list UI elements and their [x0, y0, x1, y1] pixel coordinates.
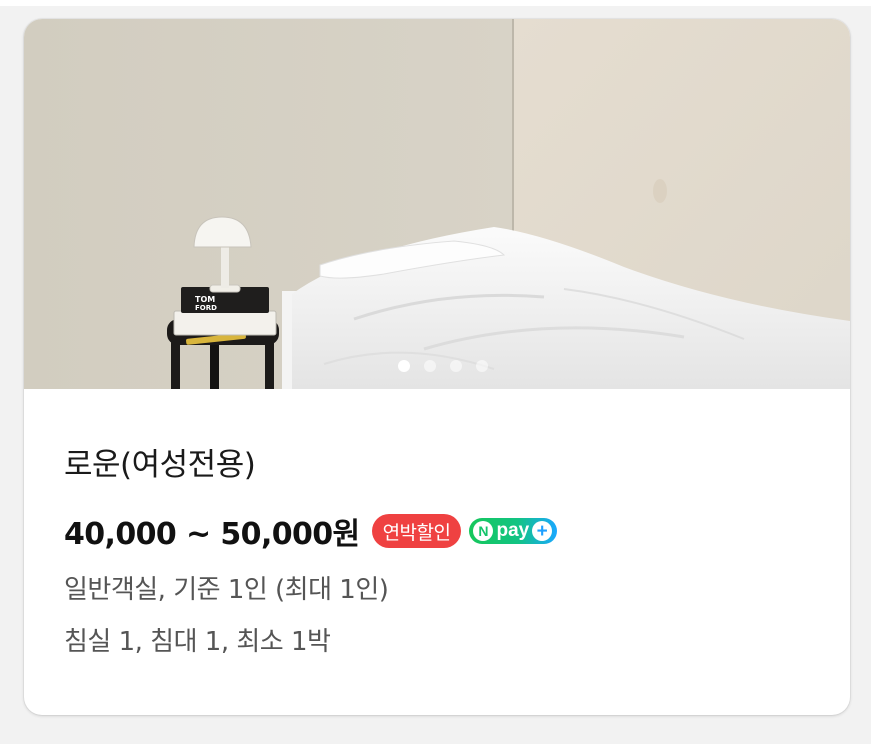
bed-stay-info: 침실 1, 침대 1, 최소 1박 — [64, 627, 331, 657]
carousel-dot-4[interactable] — [476, 360, 488, 372]
price-range: 40,000 ~ 50,000원 — [64, 517, 360, 552]
price-row: 40,000 ~ 50,000원 연박할인 N pay + — [64, 511, 850, 552]
room-photo: TOM FORD — [24, 19, 850, 389]
npay-plus-badge: N pay + — [469, 518, 558, 544]
listing-title[interactable]: 로운(여성전용) — [64, 445, 850, 485]
book-label-top: TOM — [195, 295, 215, 304]
carousel-dot-2[interactable] — [424, 360, 436, 372]
book-label-bottom: FORD — [195, 304, 217, 312]
plus-icon: + — [532, 521, 553, 541]
carousel-dot-3[interactable] — [450, 360, 462, 372]
room-capacity-info: 일반객실, 기준 1인 (최대 1인) — [64, 575, 389, 605]
listing-info: 로운(여성전용) 40,000 ~ 50,000원 연박할인 N pay + 일… — [24, 445, 850, 659]
listing-card[interactable]: TOM FORD 로운(여성전용) 40,000 ~ 50,000원 연박할인 … — [24, 19, 850, 715]
npay-n-icon: N — [473, 521, 494, 541]
long-stay-discount-badge: 연박할인 — [371, 514, 462, 548]
carousel-indicator — [24, 360, 850, 372]
top-divider — [0, 0, 871, 6]
carousel-dot-1[interactable] — [398, 360, 410, 372]
npay-text: pay — [496, 520, 530, 541]
room-photo-carousel[interactable]: TOM FORD — [24, 19, 850, 389]
